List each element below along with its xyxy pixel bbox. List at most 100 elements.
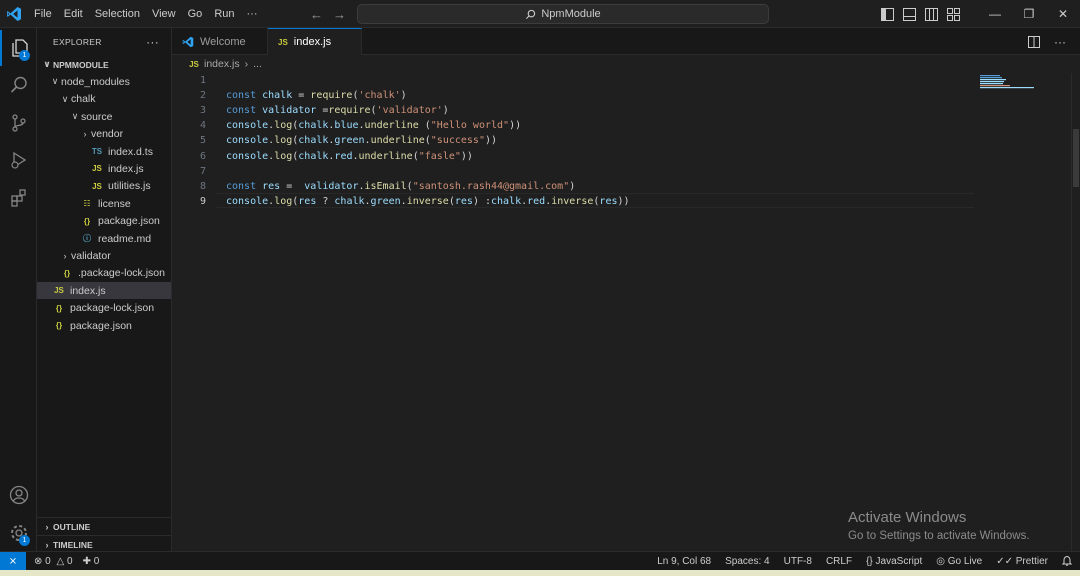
code-token: validator (304, 180, 359, 192)
chevron-down-icon: ∨ (51, 76, 59, 87)
tree-item[interactable]: TS index.d.ts (37, 143, 171, 160)
editor-scrollbar[interactable] (1071, 73, 1080, 551)
code-token: green (370, 195, 401, 207)
code-token: = (292, 90, 311, 102)
split-editor-icon[interactable] (1028, 35, 1040, 48)
back-arrow-icon[interactable]: ← (310, 7, 323, 22)
tree-item[interactable]: {} package.json (37, 317, 171, 334)
manage-activity[interactable]: 1 (0, 515, 37, 551)
chevron-right-icon: › (83, 129, 87, 140)
tab-welcome[interactable]: Welcome (172, 28, 268, 55)
ports-status[interactable]: ✚ 0 (83, 556, 100, 567)
explorer-badge: 1 (19, 50, 30, 61)
code-line[interactable]: const chalk = require('chalk') (226, 88, 407, 103)
vscode-logo-icon (182, 36, 194, 47)
line-number: 8 (199, 180, 206, 192)
toggle-primary-sidebar-icon[interactable] (876, 0, 898, 28)
command-center-search[interactable]: NpmModule (357, 4, 769, 24)
tree-item[interactable]: ∨ node_modules (37, 73, 171, 90)
problems-status[interactable]: ⊗ 0 △ 0 (34, 556, 73, 567)
code-editor[interactable]: 123456789 const chalk = require('chalk')… (172, 73, 1080, 551)
toggle-panel-icon[interactable] (898, 0, 920, 28)
source-control-activity[interactable] (0, 105, 37, 141)
tab-index-js[interactable]: JS index.js (268, 28, 362, 55)
indentation[interactable]: Spaces: 4 (725, 556, 769, 567)
menu-file[interactable]: File (28, 0, 58, 28)
forward-arrow-icon[interactable]: → (333, 7, 346, 22)
extensions-activity[interactable] (0, 180, 37, 216)
code-line[interactable]: console.log(res ? chalk.green.inverse(re… (226, 194, 630, 209)
minimize-button[interactable]: — (978, 0, 1012, 28)
more-actions-icon[interactable]: ··· (1054, 35, 1066, 49)
customize-layout-icon[interactable] (942, 0, 964, 28)
title-right-controls: — ❐ ✕ (876, 0, 1080, 28)
menu-bar: File Edit Selection View Go Run ··· (28, 0, 264, 28)
menu-more[interactable]: ··· (241, 0, 264, 28)
search-activity[interactable] (0, 67, 37, 103)
tree-item[interactable]: JS utilities.js (37, 178, 171, 195)
tree-item[interactable]: › vendor (37, 126, 171, 143)
code-line[interactable]: const validator =require('validator') (226, 103, 449, 118)
scrollbar-thumb[interactable] (1073, 129, 1079, 187)
accounts-activity[interactable] (0, 477, 37, 513)
menu-run[interactable]: Run (208, 0, 240, 28)
breadcrumb-file[interactable]: index.js (204, 58, 240, 70)
code-token: )) (484, 135, 498, 147)
code-token: ) (400, 90, 407, 102)
code-token: chalk (491, 195, 522, 207)
run-debug-icon (10, 151, 26, 169)
language-mode[interactable]: {} JavaScript (866, 556, 922, 567)
code-token: chalk (262, 90, 293, 102)
nav-arrows: ← → (310, 0, 346, 28)
breadcrumb: JS index.js › ... (172, 55, 1080, 73)
toggle-secondary-sidebar-icon[interactable] (920, 0, 942, 28)
menu-view[interactable]: View (146, 0, 182, 28)
tree-item[interactable]: {} package.json (37, 213, 171, 230)
explorer-more-button[interactable]: ··· (146, 35, 159, 49)
code-token: ) (442, 105, 449, 117)
tree-item[interactable]: ∨ source (37, 108, 171, 125)
tree-item[interactable]: {} .package-lock.json (37, 265, 171, 282)
breadcrumb-more[interactable]: ... (253, 58, 262, 70)
go-live-button[interactable]: ◎ Go Live (936, 556, 982, 567)
minimap[interactable] (980, 75, 1034, 89)
cursor-position[interactable]: Ln 9, Col 68 (657, 556, 711, 567)
code-line[interactable]: const res = validator.isEmail("santosh.r… (226, 179, 575, 194)
js-file-icon: JS (189, 59, 199, 69)
bell-icon[interactable] (1061, 555, 1073, 569)
tree-item[interactable]: ☷ license (37, 195, 171, 212)
code-token: "santosh.rash44@gmail.com" (412, 180, 570, 192)
tree-item-label: node_modules (61, 75, 130, 88)
code-line[interactable]: console.log(chalk.blue.underline ("Hello… (226, 118, 521, 133)
run-debug-activity[interactable] (0, 142, 37, 178)
tree-item-label: source (81, 110, 113, 123)
prettier-status[interactable]: ✓✓ Prettier (996, 556, 1048, 567)
line-ending[interactable]: CRLF (826, 556, 852, 567)
tree-item-label: .package-lock.json (78, 267, 165, 280)
remote-indicator[interactable]: ⨯ (0, 551, 26, 571)
code-token: const (226, 90, 263, 102)
code-line[interactable]: console.log(chalk.green.underline("succe… (226, 133, 497, 148)
json-file-icon: {} (55, 303, 63, 313)
tree-item[interactable]: JS index.js (37, 282, 171, 300)
line-number: 5 (199, 135, 206, 147)
warning-icon: △ (56, 555, 65, 567)
tree-item[interactable]: › validator (37, 247, 171, 264)
tree-item[interactable]: {} package-lock.json (37, 300, 171, 317)
code-line[interactable]: console.log(chalk.red.underline("fasle")… (226, 149, 473, 164)
menu-edit[interactable]: Edit (58, 0, 89, 28)
maximize-button[interactable]: ❐ (1012, 0, 1046, 28)
code-token: inverse (406, 195, 449, 207)
tree-item[interactable]: JS index.js (37, 160, 171, 177)
outline-section[interactable]: › OUTLINE (37, 517, 171, 535)
menu-selection[interactable]: Selection (89, 0, 146, 28)
activate-windows-watermark: Activate Windows Go to Settings to activ… (848, 509, 1030, 542)
tree-item-label: package.json (70, 319, 132, 332)
close-window-button[interactable]: ✕ (1046, 0, 1080, 28)
tree-item[interactable]: ∨ NPMMODULE (37, 56, 171, 73)
encoding[interactable]: UTF-8 (784, 556, 812, 567)
menu-go[interactable]: Go (182, 0, 209, 28)
tree-item[interactable]: ∨ chalk (37, 91, 171, 108)
tree-item[interactable]: ⓘ readme.md (37, 230, 171, 247)
explorer-activity[interactable]: 1 (0, 30, 37, 66)
